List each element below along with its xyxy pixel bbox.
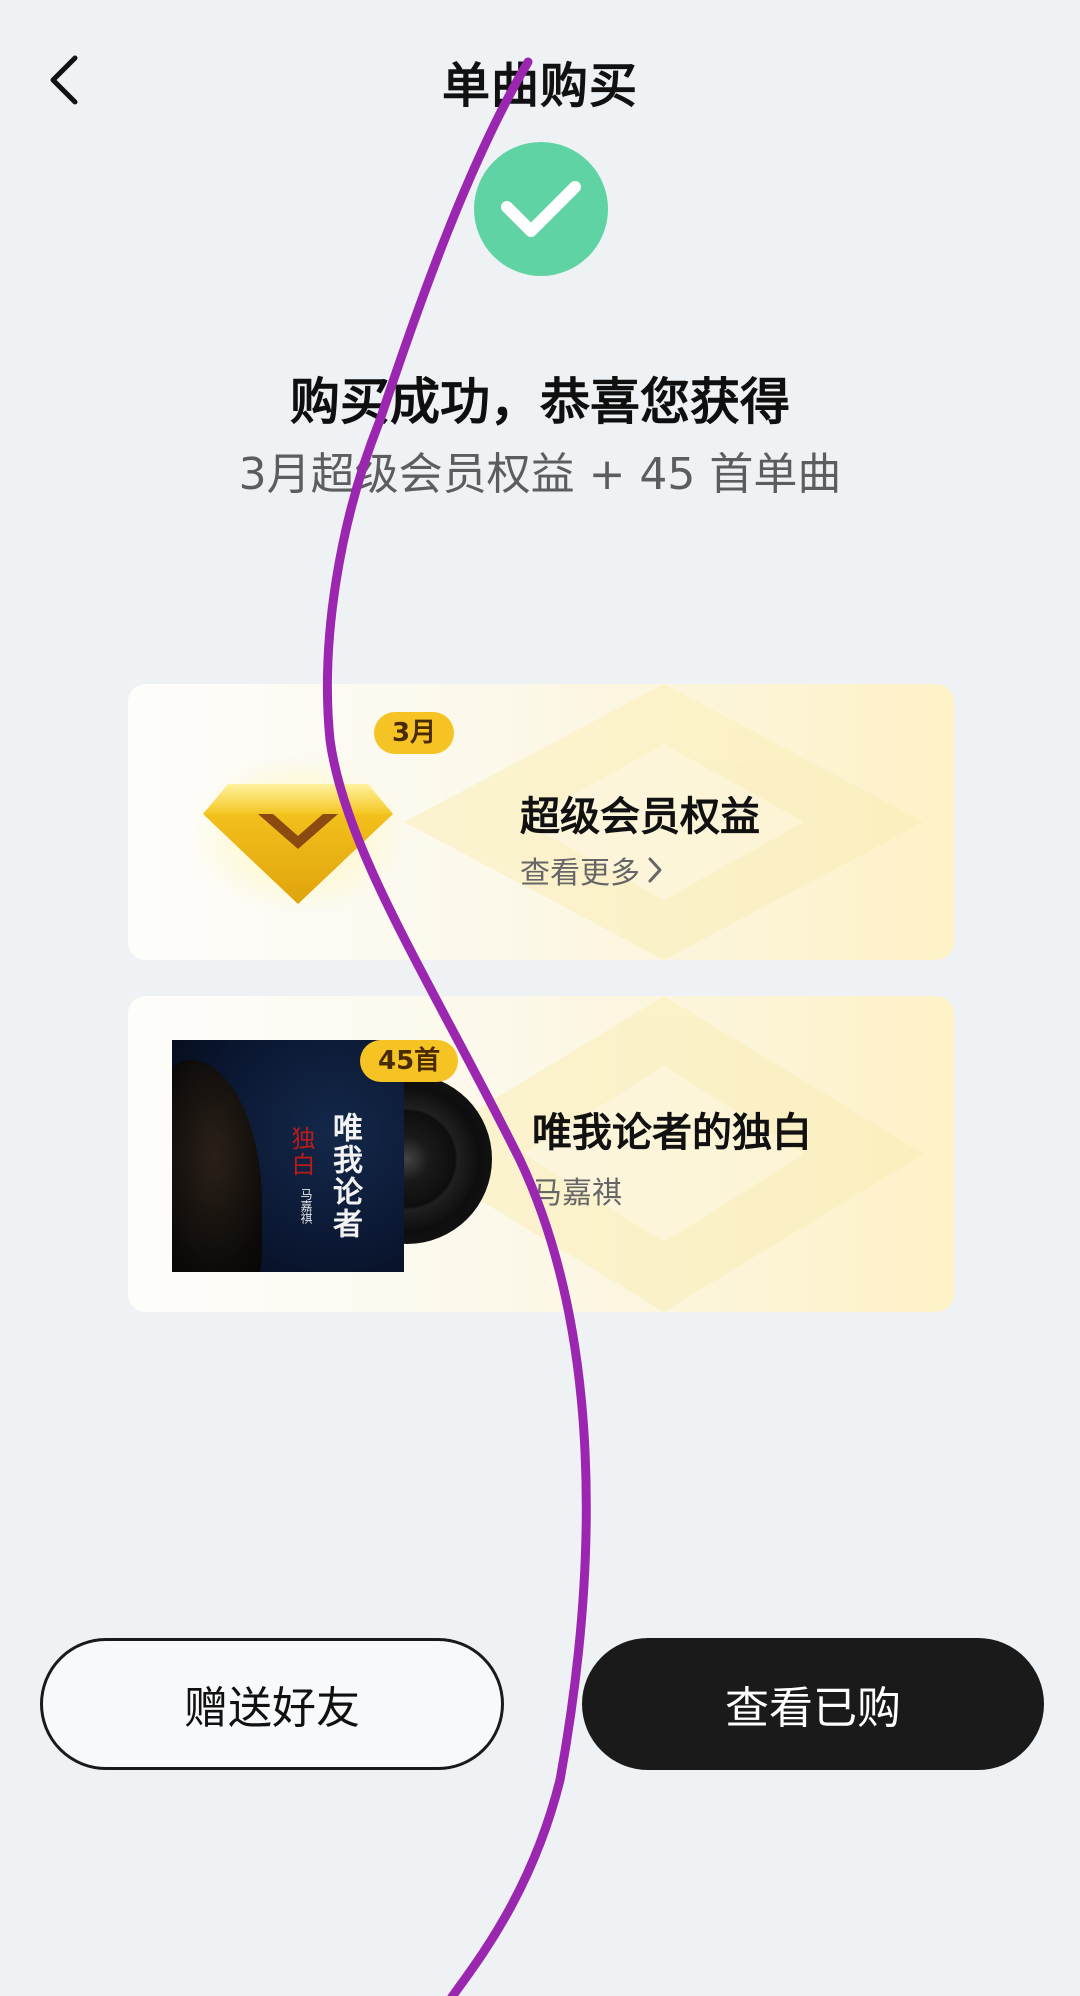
vip-card-title: 超级会员权益 — [520, 794, 760, 840]
success-title: 购买成功，恭喜您获得 — [290, 373, 790, 431]
song-title: 唯我论者的独白 — [532, 1110, 812, 1156]
diamond-icon — [190, 754, 406, 914]
check-icon — [501, 181, 581, 237]
cover-title-text: 唯我论者 — [327, 1112, 362, 1240]
cover-artist-text: 马嘉祺 — [299, 1188, 313, 1224]
cover-side-text: 独白 — [287, 1126, 315, 1178]
song-count-badge: 45首 — [360, 1040, 459, 1082]
song-artist: 马嘉祺 — [532, 1176, 622, 1211]
vip-benefit-card[interactable]: 3月 超级会员权益 查看更多 — [128, 684, 954, 960]
success-subtitle: 3月超级会员权益 + 45 首单曲 — [238, 449, 842, 500]
view-purchased-button[interactable]: 查看已购 — [582, 1638, 1044, 1770]
song-card[interactable]: 独白 唯我论者 马嘉祺 45首 唯我论者的独白 马嘉祺 — [128, 996, 954, 1312]
view-more-link[interactable]: 查看更多 — [520, 848, 664, 892]
success-check-icon — [474, 142, 608, 276]
chevron-right-icon — [648, 857, 662, 883]
view-more-label: 查看更多 — [520, 856, 640, 891]
cover-portrait — [172, 1060, 262, 1272]
header: 单曲购买 — [0, 0, 1080, 160]
duration-badge: 3月 — [374, 712, 455, 754]
page-title: 单曲购买 — [441, 58, 638, 114]
gift-friend-button[interactable]: 赠送好友 — [40, 1638, 504, 1770]
